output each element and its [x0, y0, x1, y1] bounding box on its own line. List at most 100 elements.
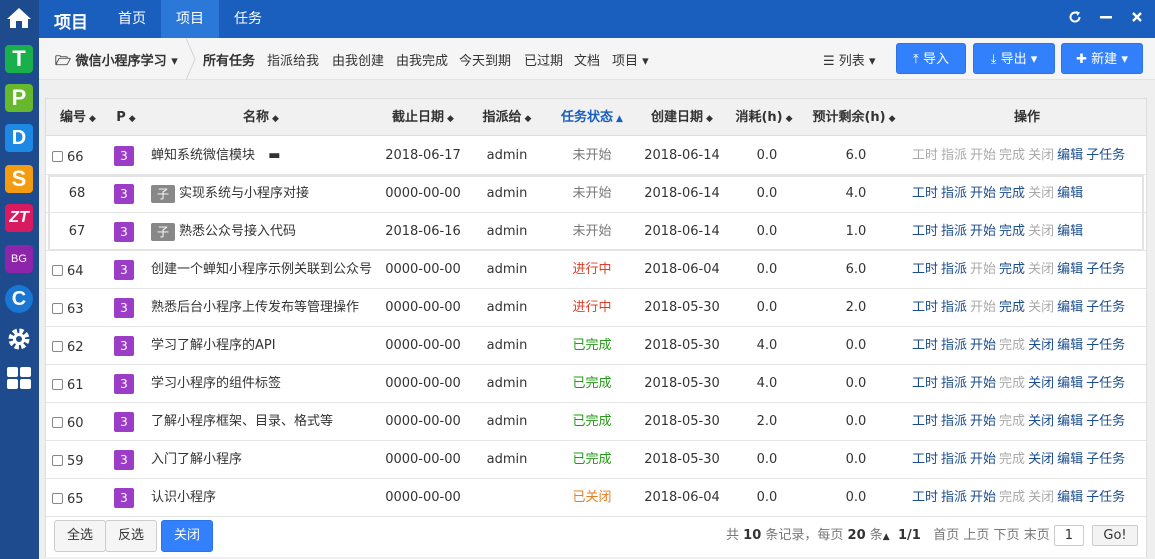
action-batchcreate[interactable]: 子任务 [1086, 452, 1125, 467]
prev-page-link[interactable]: 上页 [963, 528, 989, 543]
action-start[interactable]: 开始 [970, 224, 996, 239]
action-edit[interactable]: 编辑 [1057, 452, 1083, 467]
action-edit[interactable]: 编辑 [1057, 300, 1083, 315]
action-batchcreate[interactable]: 子任务 [1086, 338, 1125, 353]
filter-created-by-me[interactable]: 由我创建 [332, 50, 384, 69]
page-input[interactable]: 1 [1053, 525, 1084, 546]
tab-home[interactable]: 首页 [103, 0, 161, 38]
action-edit[interactable]: 编辑 [1057, 338, 1083, 353]
action-assign[interactable]: 指派 [941, 414, 967, 429]
filter-finished-by-me[interactable]: 由我完成 [396, 50, 448, 69]
action-assign[interactable]: 指派 [941, 300, 967, 315]
filter-doc[interactable]: 文档 [574, 50, 600, 69]
task-name[interactable]: 学习了解小程序的API [151, 327, 373, 365]
c-app-icon[interactable]: C [5, 285, 33, 313]
action-assign[interactable]: 指派 [941, 376, 967, 391]
action-batchcreate[interactable]: 子任务 [1086, 490, 1125, 505]
subtask-row[interactable]: 67 3 子熟悉公众号接入代码 2018-06-16 admin 未开始 2018-06-1… [46, 213, 1146, 251]
close-icon[interactable] [1129, 10, 1145, 26]
project-switcher[interactable]: 🗁 微信小程序学习 ▾ [55, 50, 178, 74]
action-start[interactable]: 开始 [970, 490, 996, 505]
action-recordhour[interactable]: 工时 [912, 300, 938, 315]
action-start[interactable]: 开始 [970, 414, 996, 429]
action-finish[interactable]: 完成 [999, 186, 1025, 201]
action-recordhour[interactable]: 工时 [912, 224, 938, 239]
action-close[interactable]: 关闭 [1028, 414, 1054, 429]
action-edit[interactable]: 编辑 [1057, 490, 1083, 505]
task-name[interactable]: 子实现系统与小程序对接 [151, 175, 373, 213]
action-assign[interactable]: 指派 [941, 148, 967, 163]
select-all-button[interactable]: 全选 [54, 520, 106, 552]
header-left[interactable]: 预计剩余(h) ◆ [804, 99, 904, 136]
task-name[interactable]: 学习小程序的组件标签 [151, 365, 373, 403]
action-batchcreate[interactable]: 子任务 [1086, 148, 1125, 163]
action-close[interactable]: 关闭 [1028, 338, 1054, 353]
table-row[interactable]: 61 3 学习小程序的组件标签 0000-00-00 admin 已完成 2018-05-3… [46, 365, 1146, 403]
tab-task[interactable]: 任务 [219, 0, 277, 38]
gear-icon[interactable] [5, 325, 33, 353]
invert-selection-button[interactable]: 反选 [105, 520, 157, 552]
action-close[interactable]: 关闭 [1028, 148, 1054, 163]
filter-overdue[interactable]: 已过期 [524, 50, 563, 69]
action-assign[interactable]: 指派 [941, 224, 967, 239]
action-finish[interactable]: 完成 [999, 300, 1025, 315]
action-finish[interactable]: 完成 [999, 338, 1025, 353]
action-finish[interactable]: 完成 [999, 148, 1025, 163]
first-page-link[interactable]: 首页 [933, 528, 959, 543]
header-deadline[interactable]: 截止日期 ◆ [376, 99, 470, 136]
action-close[interactable]: 关闭 [1028, 262, 1054, 277]
table-row[interactable]: 62 3 学习了解小程序的API 0000-00-00 admin 已完成 2018-05-… [46, 327, 1146, 365]
action-recordhour[interactable]: 工时 [912, 186, 938, 201]
action-edit[interactable]: 编辑 [1057, 376, 1083, 391]
action-start[interactable]: 开始 [970, 376, 996, 391]
action-close[interactable]: 关闭 [1028, 490, 1054, 505]
action-assign[interactable]: 指派 [941, 338, 967, 353]
action-edit[interactable]: 编辑 [1057, 148, 1083, 163]
grid-icon[interactable] [5, 364, 33, 392]
row-checkbox[interactable] [52, 303, 63, 314]
header-pri[interactable]: P ◆ [106, 99, 146, 136]
last-page-link[interactable]: 末页 [1024, 528, 1050, 543]
header-consumed[interactable]: 消耗(h) ◆ [724, 99, 804, 136]
action-edit[interactable]: 编辑 [1057, 224, 1083, 239]
row-checkbox[interactable] [52, 151, 63, 162]
task-name[interactable]: 了解小程序框架、目录、格式等 [151, 403, 373, 441]
action-finish[interactable]: 完成 [999, 414, 1025, 429]
action-edit[interactable]: 编辑 [1057, 262, 1083, 277]
action-start[interactable]: 开始 [970, 186, 996, 201]
action-assign[interactable]: 指派 [941, 452, 967, 467]
action-recordhour[interactable]: 工时 [912, 262, 938, 277]
collapse-icon[interactable]: ▬ [259, 148, 280, 163]
d-app-icon[interactable]: D [5, 124, 33, 152]
table-row[interactable]: 63 3 熟悉后台小程序上传发布等管理操作 0000-00-00 admin 进行中 201… [46, 289, 1146, 327]
task-name[interactable]: 入门了解小程序 [151, 441, 373, 479]
row-checkbox[interactable] [52, 417, 63, 428]
action-batchcreate[interactable]: 子任务 [1086, 376, 1125, 391]
action-recordhour[interactable]: 工时 [912, 414, 938, 429]
pager-per-page[interactable]: 20 [848, 528, 866, 543]
action-assign[interactable]: 指派 [941, 490, 967, 505]
action-batchcreate[interactable]: 子任务 [1086, 262, 1125, 277]
table-row[interactable]: 64 3 创建一个蝉知小程序示例关联到公众号 0000-00-00 admin 进行中 20… [46, 251, 1146, 289]
action-recordhour[interactable]: 工时 [912, 338, 938, 353]
action-close[interactable]: 关闭 [1028, 452, 1054, 467]
action-recordhour[interactable]: 工时 [912, 376, 938, 391]
action-batchcreate[interactable]: 子任务 [1086, 300, 1125, 315]
task-name[interactable]: 认识小程序 [151, 479, 373, 517]
zt-app-icon[interactable]: ZT [5, 204, 33, 232]
row-checkbox[interactable] [52, 265, 63, 276]
action-batchcreate[interactable]: 子任务 [1086, 414, 1125, 429]
header-id[interactable]: 编号 ◆ [50, 99, 106, 136]
header-status[interactable]: 任务状态 ▲ [544, 99, 640, 136]
filter-assigned-to-me[interactable]: 指派给我 [267, 50, 319, 69]
table-row[interactable]: 66 3 蝉知系统微信模块 ▬ 2018-06-17 admin 未开始 2018-06-1… [46, 137, 1146, 175]
action-edit[interactable]: 编辑 [1057, 414, 1083, 429]
filter-all[interactable]: 所有任务 [203, 50, 255, 69]
action-assign[interactable]: 指派 [941, 186, 967, 201]
t-app-icon[interactable]: T [5, 45, 33, 73]
export-button[interactable]: ⤓ 导出 ▾ [973, 43, 1055, 74]
action-start[interactable]: 开始 [970, 300, 996, 315]
task-name[interactable]: 子熟悉公众号接入代码 [151, 213, 373, 251]
tab-project[interactable]: 项目 [161, 0, 219, 38]
action-edit[interactable]: 编辑 [1057, 186, 1083, 201]
